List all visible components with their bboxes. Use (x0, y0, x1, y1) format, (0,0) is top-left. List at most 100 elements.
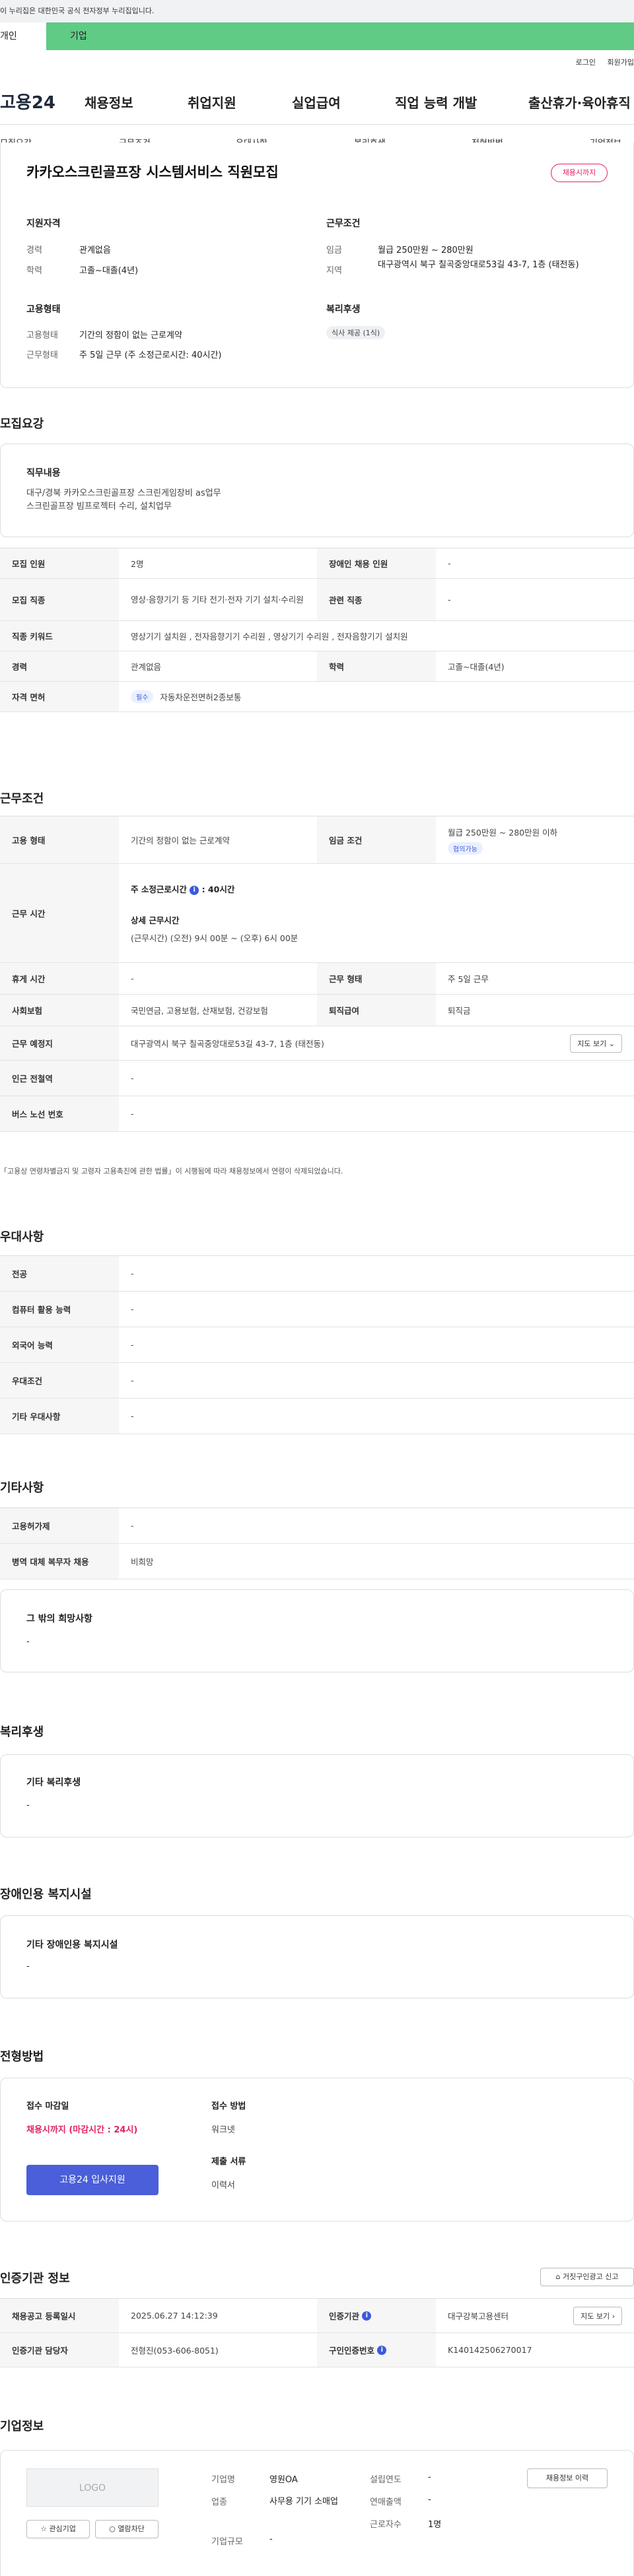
docs-value: 이력서 (211, 2181, 235, 2191)
table-row: 기타 우대사항 - (0, 1399, 634, 1434)
edu-label: 학력 (26, 266, 42, 276)
signup-link[interactable]: 회원가입 (608, 58, 634, 67)
gov-banner: 이 누리집은 대한민국 공식 전자정부 누리집입니다. (0, 0, 634, 22)
agency-label-cell: 인증기관 i (317, 2299, 436, 2332)
chevron-down-icon: ⌄ (608, 1039, 615, 1048)
prefer-value: - (131, 1304, 134, 1314)
agency-table: 채용공고 등록일시 2025.06.27 14:12:39 인증기관 i 대구강… (0, 2298, 634, 2367)
company-section-title: 기업정보 (0, 2420, 44, 2433)
gnb-item-skill-development[interactable]: 직업 능력 개발 (395, 92, 477, 112)
report-button-label: 거짓구인광고 신고 (563, 2272, 619, 2281)
agency-map-button[interactable]: 지도 보기 › (573, 2306, 622, 2325)
site-logo[interactable]: 고용24 (0, 89, 55, 114)
work-table: 고용 형태 기간의 정함이 없는 근로계약 임금 조건 월급 250만원 ~ 2… (0, 816, 634, 1132)
prefer-value: - (131, 1375, 134, 1385)
certno-value: K140142506270017 (448, 2345, 532, 2355)
disabled-box-title: 기타 장애인용 복지시설 (26, 1940, 118, 1950)
welfare-box-value: - (26, 1800, 30, 1810)
top-tabs: 개인 기업 (0, 22, 634, 50)
prefer-value: - (131, 1411, 134, 1421)
wage-value: 월급 250만원 ~ 280만원 이하 (448, 827, 558, 838)
map-button[interactable]: 지도 보기 ⌄ (570, 1034, 622, 1053)
etc-value: 비희망 (131, 1557, 154, 1567)
headcount-label: 모집 인원 (0, 548, 119, 578)
prefer-table: 전공 - 컴퓨터 활용 능력 - 외국어 능력 - 우대조건 - 기타 우대사항 - (0, 1255, 634, 1434)
gnb-item-jobs[interactable]: 채용정보 (85, 92, 133, 112)
map-button-label: 지도 보기 (577, 1039, 607, 1048)
hours-weekly-label: 주 소정근로시간 (131, 884, 187, 894)
hours-detail-title: 상세 근무시간 (131, 915, 180, 925)
table-row: 사회보험 국민연금, 고용보험, 산재보험, 건강보험 퇴직급여 퇴직금 (0, 995, 634, 1026)
table-row: 근무 예정지 대구광역시 북구 칠곡중앙대로53길 43-7, 1층 (태전동)… (0, 1026, 634, 1061)
duty-text: 대구/경북 카카오스크린골프장 스크린게임장비 as업무 스크린골프장 빔프로젝… (26, 488, 221, 512)
tab-personal[interactable]: 개인 (0, 22, 46, 50)
info-icon[interactable]: i (190, 885, 199, 895)
login-link[interactable]: 로그인 (576, 58, 596, 67)
deadline-badge: 채용시까지 (551, 164, 608, 182)
apply-button[interactable]: 고용24 입사지원 (26, 2165, 158, 2195)
manager-value: 전형진(053-606-8051) (131, 2346, 219, 2356)
welfare-title: 복리후생 (326, 304, 361, 315)
table-row: 우대조건 - (0, 1363, 634, 1399)
deadline-value: 채용시까지 (마감시간 : 24시) (26, 2125, 138, 2135)
chevron-right-icon: › (612, 2311, 615, 2321)
gnb-item-unemployment-benefit[interactable]: 실업급여 (292, 92, 341, 112)
other-title: 그 밖의 희망사항 (26, 1614, 92, 1624)
duty-title: 직무내용 (26, 468, 61, 479)
favorite-company-button[interactable]: ☆ 관심기업 (26, 2520, 90, 2538)
wage-value: 월급 250만원 ~ 280만원 (378, 246, 474, 255)
table-row: 버스 노선 번호 - (0, 1096, 634, 1132)
disabled-card (0, 1915, 634, 1998)
tab-company[interactable]: 기업 (46, 22, 634, 50)
certno-label-cell: 구인인증번호 i (317, 2333, 436, 2367)
block-label: 열람차단 (118, 2525, 145, 2533)
table-row: 채용공고 등록일시 2025.06.27 14:12:39 인증기관 i 대구강… (0, 2299, 634, 2333)
severance-value: 퇴직금 (448, 1006, 471, 1016)
job-label: 모집 직종 (0, 579, 119, 620)
job-history-button[interactable]: 채용정보 이력 (527, 2468, 608, 2488)
location-cell: 대구광역시 북구 칠곡중앙대로53길 43-7, 1층 (태전동) 지도 보기 … (119, 1026, 634, 1060)
industry-value: 사무용 기기 소매업 (269, 2497, 338, 2507)
work-section-title: 근무조건 (0, 792, 44, 806)
deadline-title: 접수 마감일 (26, 2101, 69, 2111)
subway-label: 인근 전철역 (0, 1061, 119, 1096)
size-value: - (269, 2534, 273, 2544)
table-row: 경력 관계없음 학력 고졸~대졸(4년) (0, 651, 634, 682)
etc-label: 병역 대체 복무자 채용 (0, 1544, 119, 1579)
agency-section-title: 인증기관 정보 (0, 2272, 70, 2286)
block-company-button[interactable]: ○ 열람차단 (95, 2520, 158, 2538)
agency-label: 인증기관 (329, 2311, 360, 2321)
table-row: 모집 직종 영상·음향기기 등 기타 전기·전자 기기 설치·수리원 관련 직종… (0, 579, 634, 621)
emp-type-label: 고용형태 (26, 331, 58, 341)
age-note: 「고용상 연령차별금지 및 고령자 고용촉진에 관한 법률」이 시행됨에 따라 … (0, 1167, 343, 1175)
founded-label: 설립연도 (370, 2475, 402, 2485)
table-row: 전공 - (0, 1256, 634, 1292)
worktype-label: 근무 형태 (317, 963, 436, 994)
agency-map-label: 지도 보기 (581, 2311, 610, 2321)
table-row: 근무 시간 주 소정근로시간 i : 40시간 상세 근무시간 (근무시간) (… (0, 864, 634, 963)
wage-label: 임금 (326, 246, 342, 255)
util-links: 로그인 회원가입 (567, 57, 634, 67)
certno-label: 구인인증번호 (329, 2346, 375, 2356)
prefer-section-title: 우대사항 (0, 1230, 44, 1244)
prefer-value: - (131, 1340, 134, 1350)
career-label: 경력 (0, 651, 119, 681)
info-icon[interactable]: i (377, 2345, 387, 2355)
emp-value: 기간의 정함이 없는 근로계약 (131, 836, 230, 845)
fav-label: 관심기업 (49, 2525, 76, 2533)
wage-label: 임금 조건 (317, 816, 436, 863)
reg-label: 채용공고 등록일시 (0, 2299, 119, 2332)
gnb-item-parental-leave[interactable]: 출산휴가·육아휴직 (528, 92, 631, 112)
circle-icon: ○ (109, 2525, 116, 2533)
headcount-value: 2명 (131, 559, 144, 569)
info-icon[interactable]: i (362, 2311, 372, 2321)
table-row: 컴퓨터 활용 능력 - (0, 1292, 634, 1327)
reg-value: 2025.06.27 14:12:39 (131, 2311, 218, 2321)
emp-label: 고용 형태 (0, 816, 119, 863)
prefer-value: - (131, 1269, 134, 1278)
disabled-label: 장애인 채용 인원 (317, 548, 436, 578)
severance-label: 퇴직급여 (317, 995, 436, 1026)
gnb-item-employment-support[interactable]: 취업지원 (188, 92, 236, 112)
report-button[interactable]: ⌂ 거짓구인광고 신고 (540, 2268, 634, 2286)
disabled-value: - (448, 558, 451, 568)
